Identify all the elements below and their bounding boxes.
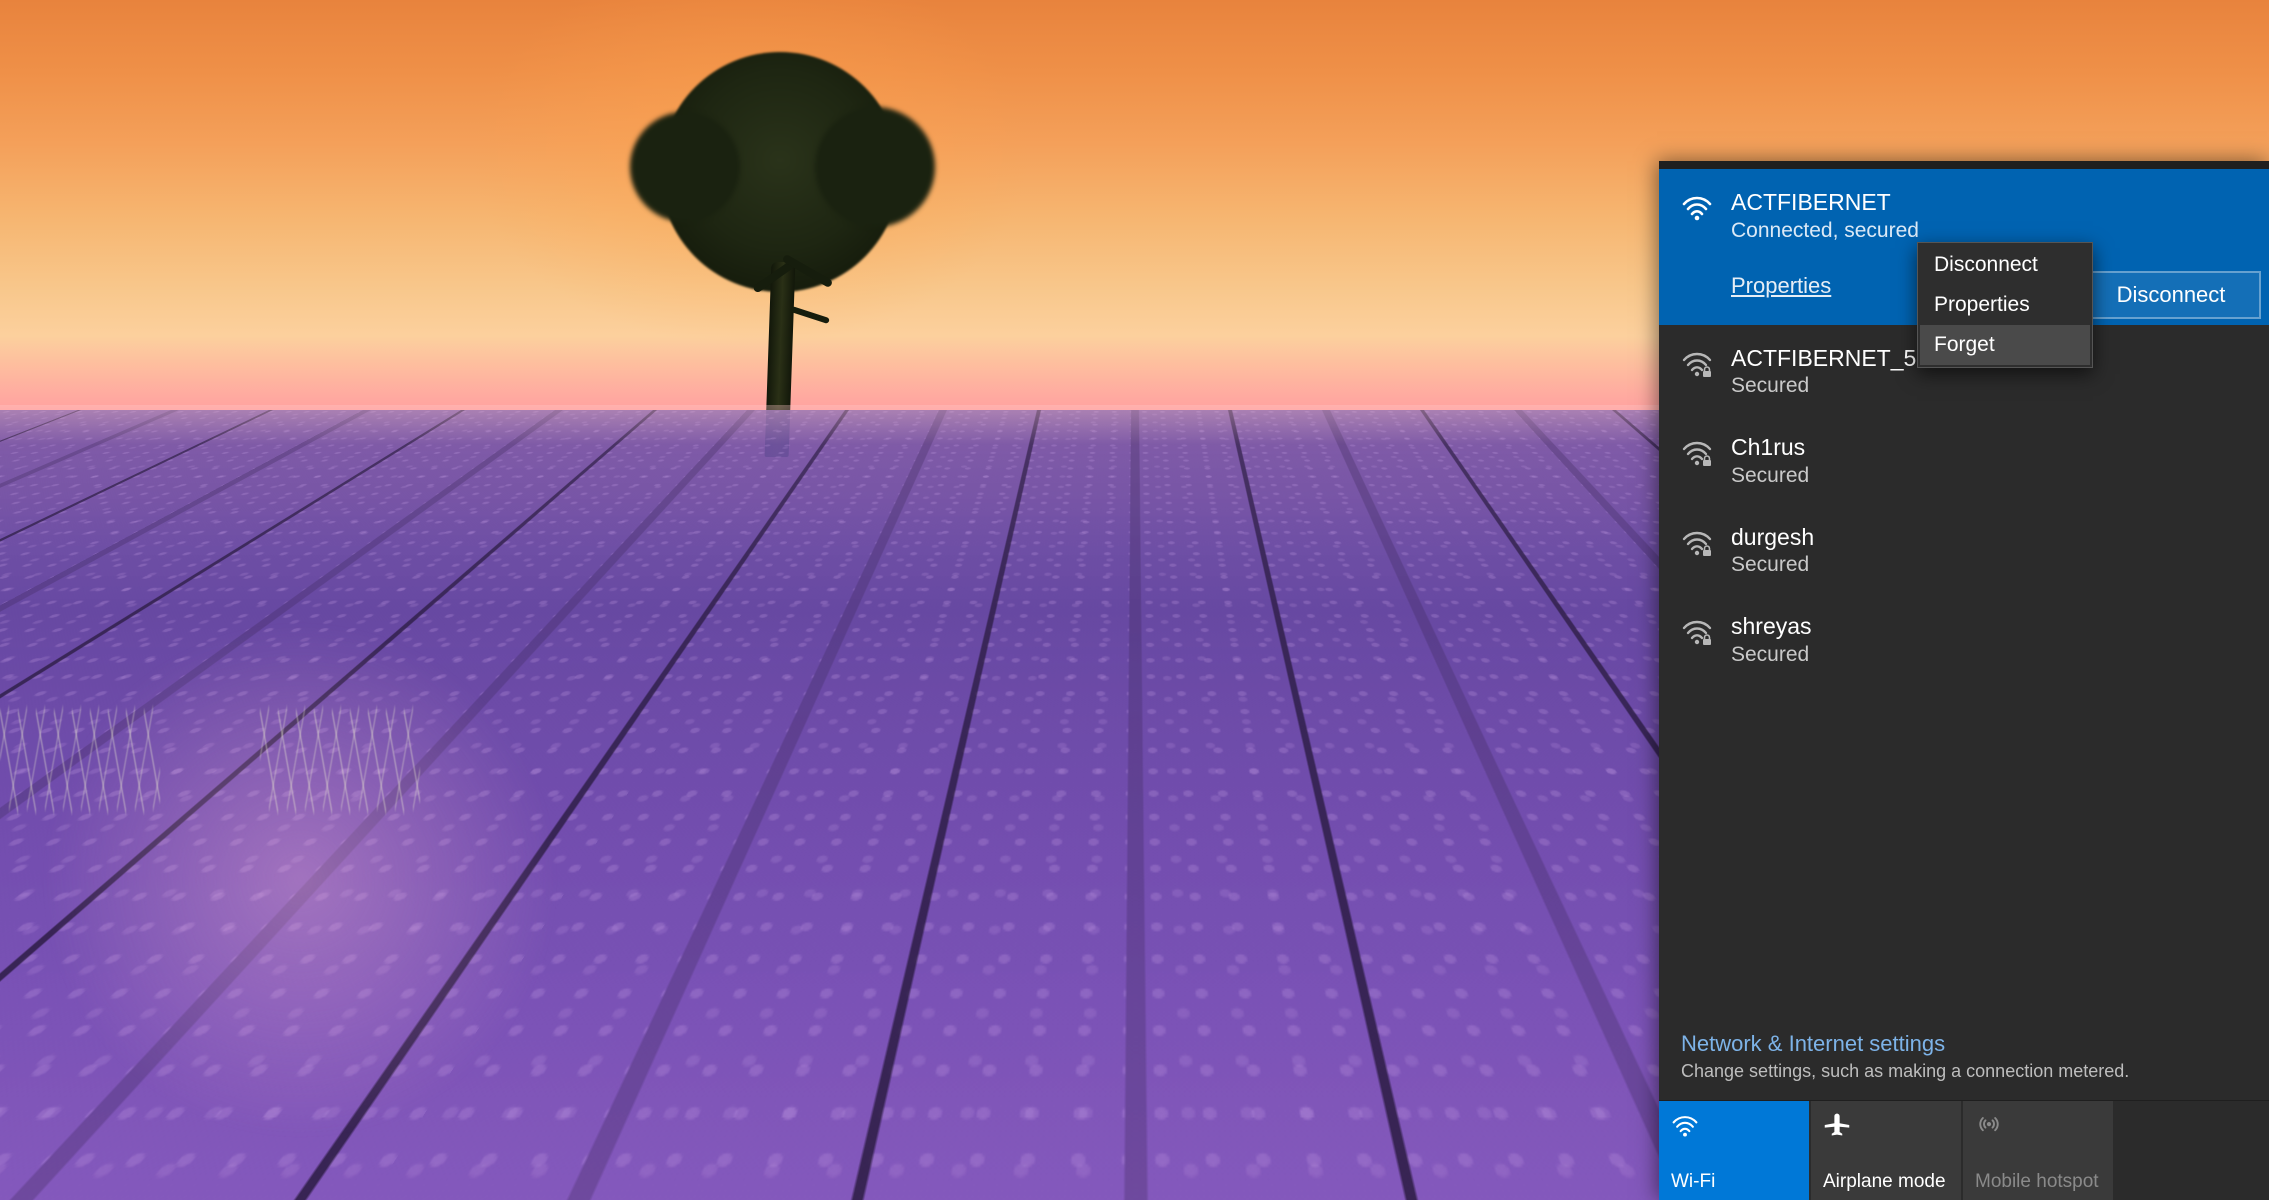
network-status: Secured [1731,374,2247,398]
airplane-icon [1823,1111,1851,1139]
ctx-forget[interactable]: Forget [1920,325,2090,365]
network-settings-link[interactable]: Network & Internet settings Change setti… [1659,1017,2269,1100]
network-context-menu: Disconnect Properties Forget [1917,242,2093,368]
network-list: ACTFIBERNET Connected, secured Propertie… [1659,169,2269,1017]
action-airplane[interactable]: Airplane mode [1811,1101,1963,1200]
network-status: Secured [1731,464,2247,488]
wifi-secured-icon [1681,436,1713,468]
wifi-secured-icon [1681,347,1713,379]
network-ssid: Ch1rus [1731,434,2247,462]
quick-actions: Wi-Fi Airplane mode Mobile hotspot [1659,1100,2269,1200]
connected-ssid: ACTFIBERNET [1731,189,2247,217]
wifi-secured-icon [1681,526,1713,558]
settings-subtitle: Change settings, such as making a connec… [1681,1061,2247,1082]
action-airplane-label: Airplane mode [1823,1171,1949,1193]
properties-link[interactable]: Properties [1731,273,1831,299]
action-hotspot-label: Mobile hotspot [1975,1171,2101,1193]
network-ssid: durgesh [1731,524,2247,552]
network-flyout: ACTFIBERNET Connected, secured Propertie… [1659,161,2269,1200]
action-wifi-label: Wi-Fi [1671,1171,1797,1193]
network-item[interactable]: Ch1rusSecured [1659,414,2269,504]
network-status: Secured [1731,643,2247,667]
wifi-icon [1671,1111,1699,1139]
connected-status: Connected, secured [1731,219,2247,243]
wifi-icon [1681,191,1713,223]
hotspot-icon [1975,1111,2003,1139]
wifi-secured-icon [1681,615,1713,647]
wallpaper-tree [640,52,920,442]
action-hotspot[interactable]: Mobile hotspot [1963,1101,2115,1200]
settings-title: Network & Internet settings [1681,1031,2247,1057]
network-ssid: shreyas [1731,613,2247,641]
ctx-disconnect[interactable]: Disconnect [1920,245,2090,285]
network-status: Secured [1731,553,2247,577]
network-item[interactable]: durgeshSecured [1659,504,2269,594]
desktop: ACTFIBERNET Connected, secured Propertie… [0,0,2269,1200]
action-wifi[interactable]: Wi-Fi [1659,1101,1811,1200]
network-item-connected[interactable]: ACTFIBERNET Connected, secured Propertie… [1659,169,2269,325]
ctx-properties[interactable]: Properties [1920,285,2090,325]
network-item[interactable]: shreyasSecured [1659,593,2269,683]
disconnect-button[interactable]: Disconnect [2081,271,2261,319]
